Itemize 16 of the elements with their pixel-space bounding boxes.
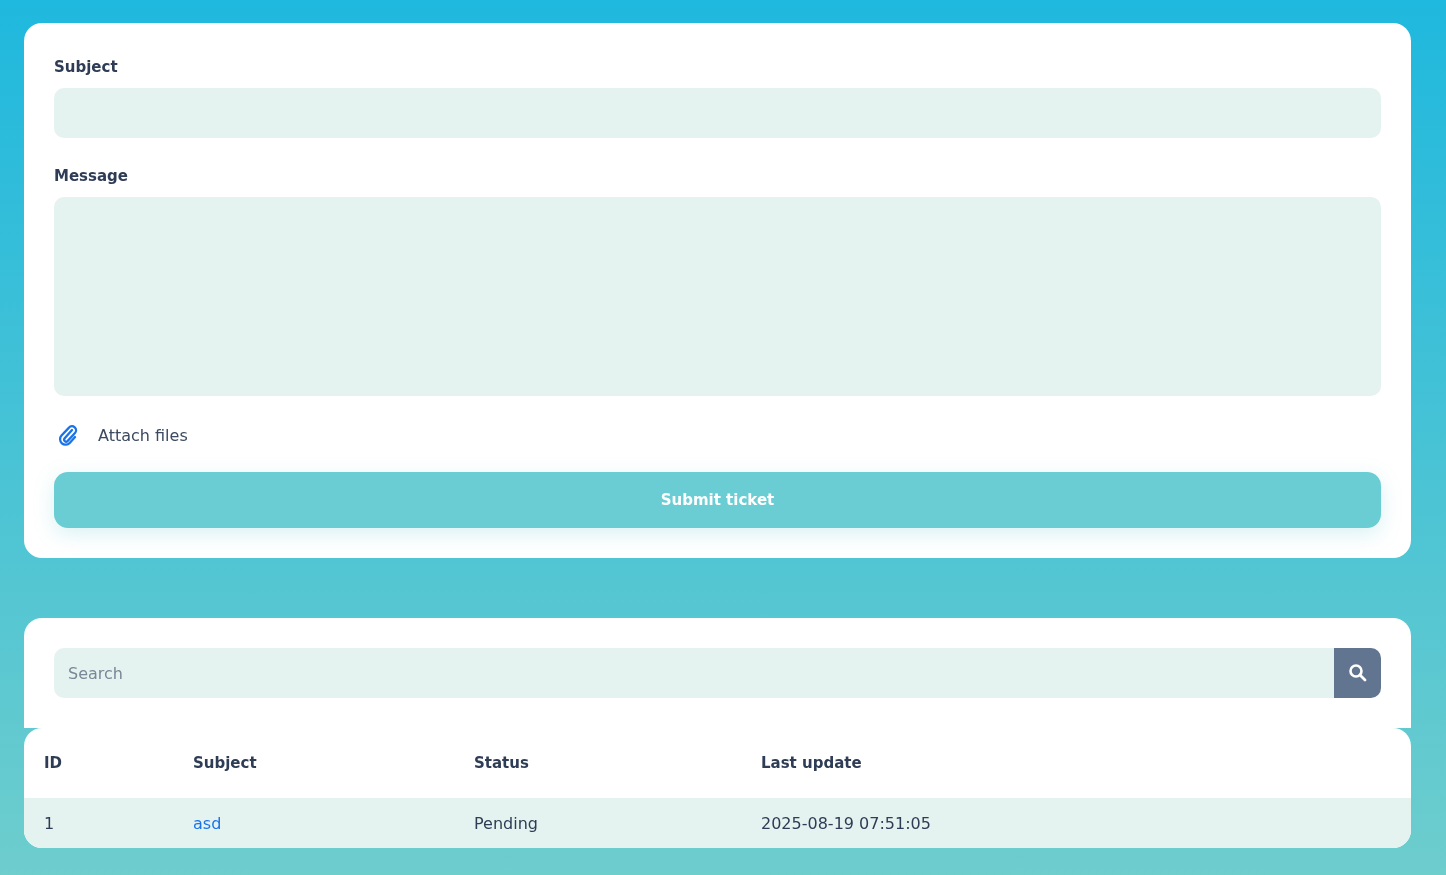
subject-label: Subject [54, 58, 119, 76]
search-icon [1347, 663, 1368, 683]
search-input[interactable]: Search [54, 648, 1334, 698]
search-button[interactable] [1334, 648, 1381, 698]
column-header: Status [474, 754, 530, 772]
column-header: ID [44, 754, 64, 772]
subject-link[interactable]: asd [193, 813, 222, 833]
message-label: Message [54, 166, 129, 185]
paperclip-icon[interactable] [58, 424, 78, 447]
column-header: Subject [193, 754, 258, 772]
subject-input[interactable] [54, 88, 1381, 138]
last-update-cell-text: 2025-08-19 07:51:05 [761, 813, 932, 833]
id-cell-text: 1 [44, 813, 56, 833]
attach-files-link[interactable]: Attach files [98, 425, 188, 445]
status-cell-text: Pending [474, 813, 539, 833]
column-header: Last update [761, 754, 863, 772]
